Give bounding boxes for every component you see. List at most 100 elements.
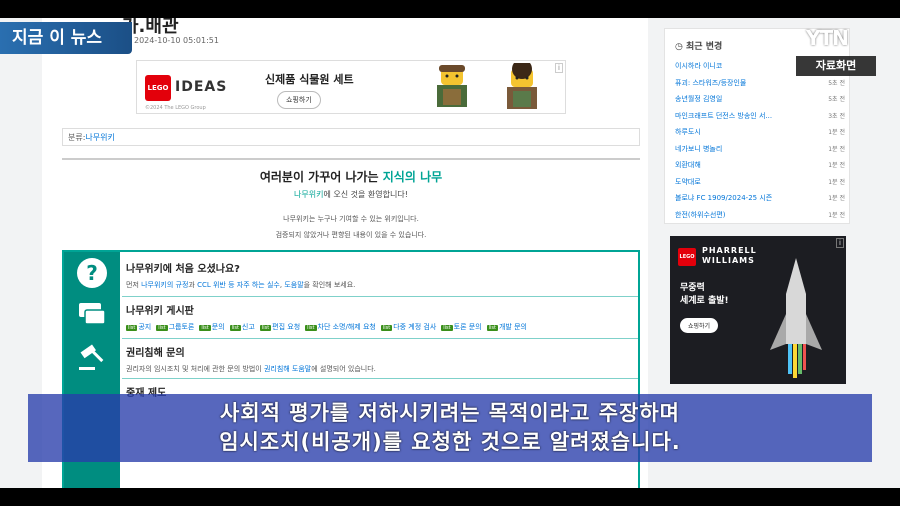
help-divider xyxy=(122,338,640,339)
lego-ideas-ad[interactable]: LEGO IDEAS ©2024 The LEGO Group 신제품 식물원 … xyxy=(136,60,566,114)
help-rights-title: 권리침해 문의 xyxy=(126,348,185,359)
recent-change-time: 3초 전 xyxy=(828,112,845,120)
ad-shop-button[interactable]: 쇼핑하기 xyxy=(680,318,719,333)
recent-change-time: 1분 전 xyxy=(828,211,845,219)
board-link[interactable]: list 다중 계정 검사 xyxy=(380,322,437,332)
recent-change-time: 5초 전 xyxy=(828,79,845,87)
recent-change-item[interactable]: 한전(하위수선편) 1분 전 xyxy=(675,210,845,227)
ad-headline: 신제품 식물원 세트 xyxy=(265,73,354,86)
list-icon: list xyxy=(126,325,138,331)
list-icon: list xyxy=(486,325,498,331)
gavel-icon xyxy=(76,342,108,374)
ccl-link[interactable]: CCL 위반 등 자주 하는 실수 xyxy=(197,281,280,289)
ad-info-icon[interactable]: i xyxy=(836,238,844,248)
lego-pharrell-ad[interactable]: LEGO PHARRELL WILLIAMS 무중력 세계로 출발! 쇼핑하기 … xyxy=(670,236,846,384)
list-icon: list xyxy=(156,325,168,331)
recent-change-title[interactable]: 도약대로 xyxy=(675,177,701,194)
welcome-title-highlight: 지식의 나무 xyxy=(382,170,443,184)
welcome-note: 나무위키는 누구나 기여할 수 있는 위키입니다. xyxy=(283,215,419,223)
board-link-label: 개발 문의 xyxy=(498,323,527,331)
help-first-visit-title: 나무위키에 처음 오셨나요? xyxy=(126,264,240,275)
board-link[interactable]: list 신고 xyxy=(229,322,255,332)
recent-change-time: 1분 전 xyxy=(828,178,845,186)
recent-change-title[interactable]: 송년월정 김영일 xyxy=(675,94,722,111)
board-link-label: 편집 요청 xyxy=(272,323,301,331)
recent-change-time: 1분 전 xyxy=(828,162,845,169)
recent-change-title[interactable]: 퓨괴: 스타워즈/등장인물 xyxy=(675,78,746,95)
list-icon: list xyxy=(229,325,241,331)
desc-text: 을 확인해 보세요. xyxy=(303,281,356,289)
help-board-title: 나무위키 게시판 xyxy=(126,306,194,317)
recent-change-item[interactable]: 외환대해 1분 전 xyxy=(675,160,845,177)
board-link-label: 문의 xyxy=(211,323,225,331)
board-link-label: 토론 문의 xyxy=(453,323,482,331)
board-link[interactable]: list 문의 xyxy=(199,322,225,332)
board-link-label: 공지 xyxy=(138,323,152,331)
namuwiki-link[interactable]: 나무위키 xyxy=(294,190,323,199)
category-link[interactable]: 나무위키 xyxy=(85,133,114,142)
board-links: list 공지 list 그룹토론 list 문의 list 신고 list 편집 요청 list 차… xyxy=(126,322,638,332)
rocket-image xyxy=(770,258,822,378)
recent-change-item[interactable]: 네가보니 병놀리 1분 전 xyxy=(675,144,845,161)
archive-footage-badge: 자료화면 xyxy=(796,56,876,76)
lego-logo: LEGO xyxy=(678,248,696,266)
welcome-title: 여러분이 가꾸어 나가는 지식의 나무 xyxy=(62,168,640,185)
rules-link[interactable]: 나무위키의 규정 xyxy=(141,281,188,289)
recent-change-title[interactable]: 볼로냐 FC 1909/2024-25 시즌 xyxy=(675,193,772,210)
recent-change-item[interactable]: 볼로냐 FC 1909/2024-25 시즌 1분 전 xyxy=(675,193,845,210)
category-label: 분류: xyxy=(68,133,86,142)
last-modified-date: 2024-10-10 05:01:51 xyxy=(134,36,219,45)
help-rights-desc: 권리자의 임시조치 및 처리에 관한 문의 방법이 권리침해 도움말에 설명되어… xyxy=(126,364,638,374)
help-first-visit: 나무위키에 처음 오셨나요? 먼저 나무위키의 규정과 CCL 위반 등 자주 … xyxy=(126,260,638,290)
recent-changes-header: ◷ 최근 변경 xyxy=(675,39,722,52)
ad-brand-line: WILLIAMS xyxy=(702,256,755,265)
ad-shop-button[interactable]: 쇼핑하기 xyxy=(277,91,321,109)
desc-text: 에 설명되어 있습니다. xyxy=(311,365,376,373)
lego-minifigure-image xyxy=(507,63,537,109)
board-link[interactable]: list 개발 문의 xyxy=(486,322,527,332)
board-link[interactable]: list 공지 xyxy=(126,322,151,332)
board-link[interactable]: list 그룹토론 xyxy=(156,322,194,332)
recent-change-title[interactable]: 한전(하위수선편) xyxy=(675,210,726,227)
help-link[interactable]: 도움말 xyxy=(284,281,303,289)
list-icon: list xyxy=(199,325,211,331)
help-rights: 권리침해 문의 권리자의 임시조치 및 처리에 관한 문의 방법이 권리침해 도… xyxy=(126,344,638,374)
subtitle-line: 사회적 평가를 저하시키려는 목적이라고 주장하며 xyxy=(220,401,680,425)
board-link[interactable]: list 차단 소명/해제 요청 xyxy=(305,322,376,332)
recent-change-title[interactable]: 이시하라 이니코 xyxy=(675,61,722,78)
ad-headline: 무중력 세계로 출발! xyxy=(680,282,729,308)
recent-change-time: 1분 전 xyxy=(828,129,845,136)
board-link-label: 다중 계정 검사 xyxy=(393,323,437,331)
recent-change-title[interactable]: 외환대해 xyxy=(675,160,701,177)
recent-change-item[interactable]: 도약대로 1분 전 xyxy=(675,177,845,194)
board-link-label: 차단 소명/해제 요청 xyxy=(317,323,376,331)
ad-headline-line: 세계로 출발! xyxy=(680,296,729,306)
ad-brand-name: PHARRELL WILLIAMS xyxy=(702,246,757,266)
recent-change-title[interactable]: 네가보니 병놀리 xyxy=(675,144,722,161)
news-segment-label: 지금 이 뉴스 xyxy=(0,22,132,54)
desc-text: 권리자의 임시조치 및 처리에 관한 문의 방법이 xyxy=(126,365,264,373)
help-first-visit-desc: 먼저 나무위키의 규정과 CCL 위반 등 자주 하는 실수, 도움말을 확인해… xyxy=(126,280,638,290)
subtitle-line: 임시조치(비공개)를 요청한 것으로 알려졌습니다. xyxy=(219,430,681,454)
welcome-subtitle-text: 에 오신 것을 환영합니다! xyxy=(323,190,408,199)
question-circle-icon: ? xyxy=(77,258,107,288)
recent-change-title[interactable]: 하루도시 xyxy=(675,127,701,144)
list-icon: list xyxy=(259,325,272,331)
board-link-label: 신고 xyxy=(241,323,255,331)
ad-info-icon[interactable]: i xyxy=(555,63,563,73)
recent-change-time: 5초 전 xyxy=(828,96,845,103)
lego-minifigure-image xyxy=(437,65,467,107)
recent-change-item[interactable]: 송년월정 김영일 5초 전 xyxy=(675,94,845,111)
ad-copyright: ©2024 The LEGO Group xyxy=(145,105,206,111)
lego-logo: LEGO xyxy=(145,75,171,101)
help-divider xyxy=(122,296,640,297)
rights-help-link[interactable]: 권리침해 도움말 xyxy=(264,365,311,373)
recent-change-title[interactable]: 마인크래프트 던전스 방송인 서... xyxy=(675,111,772,128)
ad-headline-line: 무중력 xyxy=(680,283,705,293)
recent-change-item[interactable]: 하루도시 1분 전 xyxy=(675,127,845,144)
board-link[interactable]: list 편집 요청 xyxy=(259,322,301,332)
board-link[interactable]: list 토론 문의 xyxy=(441,322,482,332)
recent-change-item[interactable]: 퓨괴: 스타워즈/등장인물 5초 전 xyxy=(675,78,845,95)
recent-change-item[interactable]: 마인크래프트 던전스 방송인 서... 3초 전 xyxy=(675,111,845,128)
channel-logo: YTN xyxy=(806,26,849,50)
